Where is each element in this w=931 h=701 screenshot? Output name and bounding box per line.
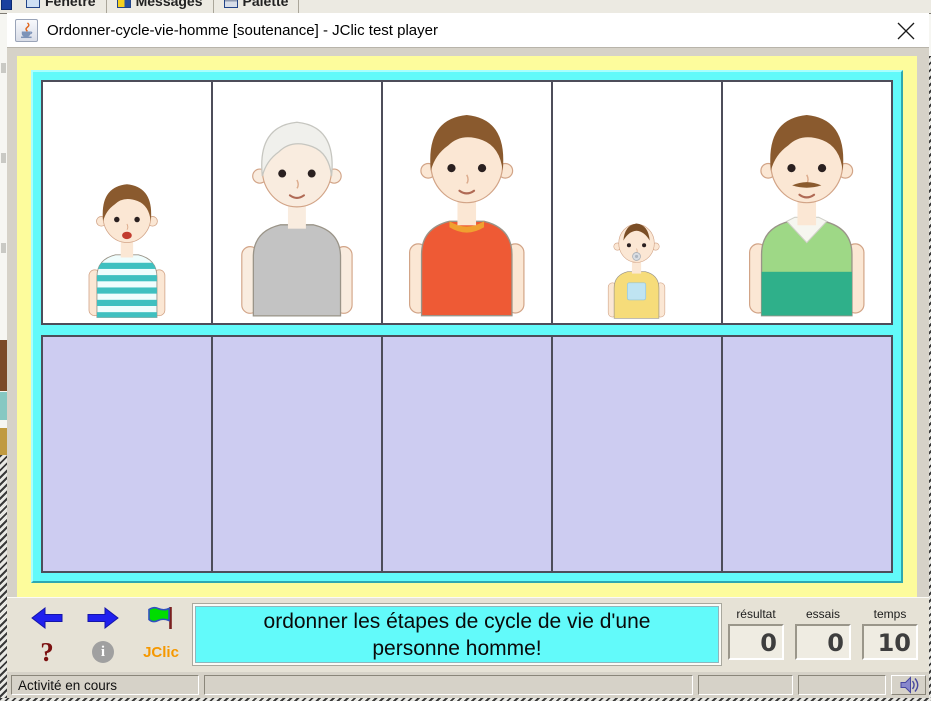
counter-resultat-value: 0 <box>728 624 784 660</box>
status-bar: Activité en cours <box>7 672 929 698</box>
window-icon <box>26 0 40 8</box>
source-cell-adolescent[interactable] <box>381 82 551 323</box>
answer-row <box>41 335 893 573</box>
answer-cell-answer-4[interactable] <box>551 337 721 571</box>
source-cell-grand-pere[interactable] <box>211 82 381 323</box>
counter-temps: temps 10 <box>861 607 919 668</box>
answer-cell-answer-3[interactable] <box>381 337 551 571</box>
sound-toggle-button[interactable] <box>891 675 926 695</box>
window-title: Ordonner-cycle-vie-homme [soutenance] - … <box>47 22 438 39</box>
background-app-fragment <box>1 153 6 163</box>
source-cell-bebe[interactable] <box>551 82 721 323</box>
message-line-2: personne homme! <box>372 635 541 662</box>
player-buttons: ? i JClic <box>19 601 191 668</box>
status-activity-state: Activité en cours <box>11 675 199 695</box>
background-app-fragment <box>1 243 6 253</box>
messages-icon <box>117 0 131 8</box>
background-app-fragment <box>1 63 6 73</box>
counter-label: essais <box>806 607 840 621</box>
answer-cell-answer-1[interactable] <box>43 337 211 571</box>
activity-message-box: ordonner les étapes de cycle de vie d'un… <box>193 604 721 665</box>
counter-label: résultat <box>736 607 775 621</box>
java-icon <box>15 19 38 42</box>
toolbar-button-fenetre[interactable]: Fenêtre <box>16 0 107 13</box>
background-app-hatch-border <box>0 455 7 701</box>
figure-adolescent <box>387 95 547 321</box>
close-button[interactable] <box>893 18 919 44</box>
answer-cell-answer-2[interactable] <box>211 337 381 571</box>
next-activity-button[interactable] <box>83 604 123 632</box>
figure-homme-adulte <box>727 95 887 321</box>
jclic-player-window: Ordonner-cycle-vie-homme [soutenance] - … <box>7 13 929 698</box>
status-segment-empty <box>798 675 886 695</box>
figure-grand-pere <box>220 103 374 321</box>
counter-essais: essais 0 <box>794 607 852 668</box>
info-button[interactable]: i <box>83 638 123 666</box>
speaker-icon <box>899 675 919 695</box>
help-button[interactable]: ? <box>27 638 67 666</box>
background-thumbnail-fragment <box>0 428 7 455</box>
jclic-logo-button[interactable]: JClic <box>141 638 181 666</box>
green-flag-icon <box>147 606 175 630</box>
counters: résultat 0 essais 0 temps 10 <box>727 601 923 668</box>
toolbar-icon-fragment <box>1 0 12 10</box>
background-toolbar: Fenêtre Messages Palette <box>0 0 931 14</box>
counter-essais-value: 0 <box>795 624 851 660</box>
activity-frame <box>31 70 903 583</box>
status-segment-empty <box>698 675 793 695</box>
flag-button[interactable] <box>141 604 181 632</box>
toolbar-button-messages[interactable]: Messages <box>107 0 214 13</box>
close-icon <box>896 21 916 41</box>
control-bar: ? i JClic ordonner les étapes de cycle d… <box>7 597 929 672</box>
source-cell-homme-adulte[interactable] <box>721 82 891 323</box>
previous-activity-button[interactable] <box>27 604 67 632</box>
toolbar-button-palette[interactable]: Palette <box>214 0 300 13</box>
help-icon: ? <box>40 639 54 666</box>
activity-panel <box>17 56 917 597</box>
counter-label: temps <box>874 607 907 621</box>
arrow-right-icon <box>87 607 119 629</box>
info-icon: i <box>92 641 114 663</box>
title-bar: Ordonner-cycle-vie-homme [soutenance] - … <box>7 13 929 48</box>
arrow-left-icon <box>31 607 63 629</box>
counter-resultat: résultat 0 <box>727 607 785 668</box>
background-thumbnail-fragment <box>0 392 7 420</box>
source-cell-petit-garcon[interactable] <box>43 82 211 323</box>
palette-icon <box>224 0 238 8</box>
status-segment-empty <box>204 675 693 695</box>
source-row <box>41 80 893 325</box>
answer-cell-answer-5[interactable] <box>721 337 891 571</box>
message-line-1: ordonner les étapes de cycle de vie d'un… <box>264 608 651 635</box>
figure-petit-garcon <box>74 171 180 321</box>
counter-temps-value: 10 <box>862 624 918 660</box>
background-thumbnail-fragment <box>0 340 7 391</box>
figure-bebe <box>597 209 676 321</box>
jclic-logo: JClic <box>143 644 179 661</box>
